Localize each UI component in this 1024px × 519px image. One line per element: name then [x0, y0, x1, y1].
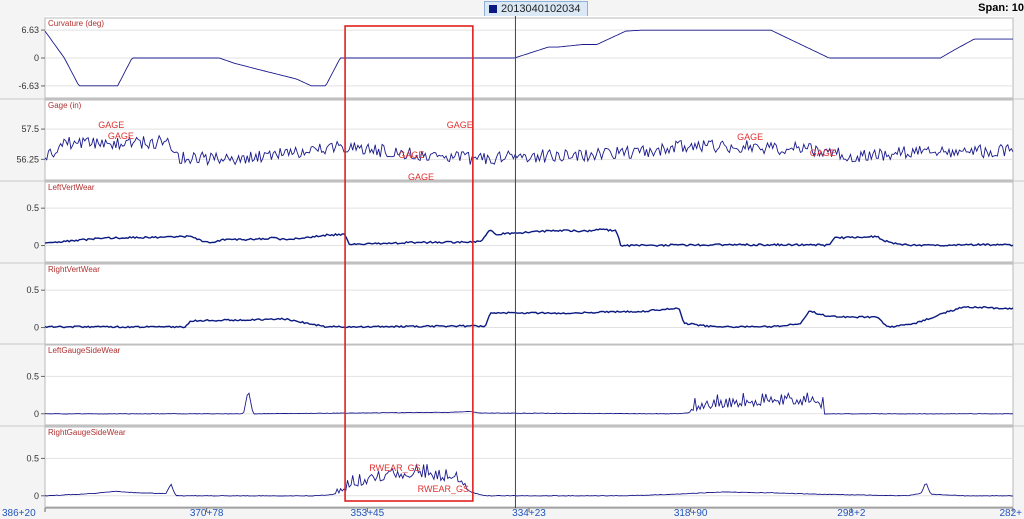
- panel-title: Curvature (deg): [48, 19, 104, 28]
- series-legend-chip[interactable]: 2013040102034: [484, 1, 588, 17]
- y-tick-label: 56.25: [16, 154, 39, 164]
- x-tick-label: 334+23: [512, 508, 546, 519]
- series-color-swatch: [489, 5, 497, 13]
- x-tick-label: 386+20: [2, 508, 36, 519]
- y-tick-label: 0: [34, 323, 39, 333]
- event-annotation: RWEAR_GS: [418, 484, 469, 494]
- event-annotation: RWEAR_GS: [369, 463, 420, 473]
- event-annotation: GAGE: [447, 120, 473, 130]
- panel-title: RightGaugeSideWear: [48, 428, 126, 437]
- y-tick-label: 0: [34, 241, 39, 251]
- panel-title: Gage (in): [48, 101, 82, 110]
- event-annotation: GAGE: [737, 132, 763, 142]
- y-tick-label: 0: [34, 53, 39, 63]
- event-annotation: GAGE: [108, 131, 134, 141]
- panel-title: LeftGaugeSideWear: [48, 346, 121, 355]
- y-tick-label: 0.5: [26, 285, 39, 295]
- event-annotation: GAGE: [98, 120, 124, 130]
- event-annotation: GAGE: [810, 148, 836, 158]
- y-tick-label: 0.5: [26, 453, 39, 463]
- panel-title: RightVertWear: [48, 265, 100, 274]
- x-tick-label: 370+78: [190, 508, 224, 519]
- y-tick-label: 0.5: [26, 203, 39, 213]
- stacked-chart[interactable]: 6.63 0 -6.63 Curvature (deg) 57.5 56.25 Gage (…: [0, 16, 1024, 519]
- x-tick-label: 353+45: [351, 508, 385, 519]
- x-tick-label: 298+2: [837, 508, 866, 519]
- y-tick-label: 6.63: [21, 25, 39, 35]
- toolbar: 2013040102034 Span: 10: [0, 0, 1024, 17]
- x-tick-label: 282+: [999, 508, 1022, 519]
- y-tick-label: -6.63: [18, 81, 39, 91]
- series-id-label: 2013040102034: [501, 3, 581, 15]
- panel-title: LeftVertWear: [48, 183, 95, 192]
- x-tick-label: 318+90: [674, 508, 708, 519]
- y-tick-label: 57.5: [21, 124, 39, 134]
- y-tick-label: 0: [34, 409, 39, 419]
- y-tick-label: 0.5: [26, 371, 39, 381]
- y-tick-label: 0: [34, 491, 39, 501]
- event-annotation: GAGE: [398, 150, 424, 160]
- span-readout: Span: 10: [978, 2, 1024, 14]
